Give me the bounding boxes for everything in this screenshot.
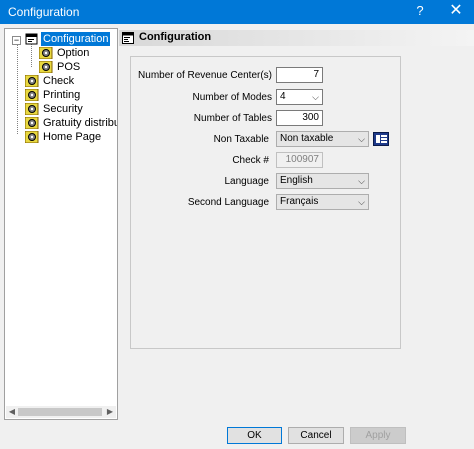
ok-button[interactable]: OK bbox=[227, 427, 282, 444]
gear-icon bbox=[39, 61, 53, 73]
gear-icon bbox=[25, 117, 39, 129]
grid-icon[interactable] bbox=[373, 132, 389, 146]
check-number-label: Check # bbox=[232, 155, 269, 166]
cancel-button[interactable]: Cancel bbox=[288, 427, 344, 444]
panel-header: Configuration bbox=[119, 30, 474, 46]
revenue-centers-label: Number of Revenue Center(s) bbox=[138, 70, 272, 81]
non-taxable-select-value: Non taxable bbox=[280, 133, 334, 144]
chevron-down-icon: ⌵ bbox=[358, 197, 365, 207]
navigation-tree[interactable]: − Configuration Option POS Check Printin… bbox=[4, 28, 118, 420]
chevron-down-icon: ⌵ bbox=[358, 134, 365, 144]
language-label: Language bbox=[224, 176, 270, 187]
gear-icon bbox=[39, 47, 53, 59]
second-language-select-value: Français bbox=[280, 196, 319, 207]
tree-item-label: Printing bbox=[43, 89, 81, 101]
language-select-value: English bbox=[280, 175, 313, 186]
modes-label: Number of Modes bbox=[192, 92, 272, 103]
configuration-panel: Configuration Number of Revenue Center(s… bbox=[119, 28, 474, 420]
window-title: Configuration bbox=[8, 5, 80, 19]
second-language-label: Second Language bbox=[187, 197, 269, 208]
non-taxable-label: Non Taxable bbox=[213, 134, 269, 145]
gear-icon bbox=[25, 75, 39, 87]
tree-item-label: Configuration bbox=[41, 32, 111, 46]
tables-label: Number of Tables bbox=[193, 113, 272, 124]
scroll-thumb[interactable] bbox=[18, 408, 102, 416]
tree-item-label: Check bbox=[43, 75, 75, 87]
modes-select[interactable]: 4 ⌵ bbox=[276, 89, 323, 105]
tree-item-label: Option bbox=[57, 47, 90, 59]
scroll-right-icon[interactable]: ▶ bbox=[104, 406, 116, 418]
gear-icon bbox=[25, 131, 39, 143]
configuration-icon bbox=[25, 33, 38, 45]
title-bar: Configuration ? ✕ bbox=[0, 0, 474, 24]
configuration-icon bbox=[122, 32, 134, 44]
gear-icon bbox=[25, 103, 39, 115]
apply-button[interactable]: Apply bbox=[350, 427, 406, 444]
collapse-toggle[interactable]: − bbox=[12, 36, 21, 45]
chevron-down-icon: ⌵ bbox=[358, 176, 365, 186]
second-language-select[interactable]: Français ⌵ bbox=[276, 194, 369, 210]
tree-connector-line bbox=[31, 44, 32, 67]
settings-group: Number of Revenue Center(s) 7 Number of … bbox=[130, 56, 401, 349]
modes-select-value: 4 bbox=[280, 91, 286, 102]
tree-item-label: Home Page bbox=[43, 131, 102, 143]
close-button[interactable]: ✕ bbox=[438, 0, 474, 24]
panel-title: Configuration bbox=[139, 31, 212, 43]
tree-item-label: Gratuity distribution bbox=[43, 117, 117, 129]
tree-item-label: Security bbox=[43, 103, 83, 115]
tree-item-label: POS bbox=[57, 61, 81, 73]
gear-icon bbox=[25, 89, 39, 101]
tree-connector-line bbox=[17, 44, 18, 134]
scroll-left-icon[interactable]: ◀ bbox=[6, 406, 18, 418]
revenue-centers-input[interactable]: 7 bbox=[276, 67, 323, 83]
language-select[interactable]: English ⌵ bbox=[276, 173, 369, 189]
help-button[interactable]: ? bbox=[402, 0, 438, 24]
chevron-down-icon: ⌵ bbox=[312, 92, 319, 102]
tables-input[interactable]: 300 bbox=[276, 110, 323, 126]
check-number-input: 100907 bbox=[276, 152, 323, 168]
horizontal-scrollbar[interactable]: ◀ ▶ bbox=[6, 406, 116, 418]
non-taxable-select[interactable]: Non taxable ⌵ bbox=[276, 131, 369, 147]
